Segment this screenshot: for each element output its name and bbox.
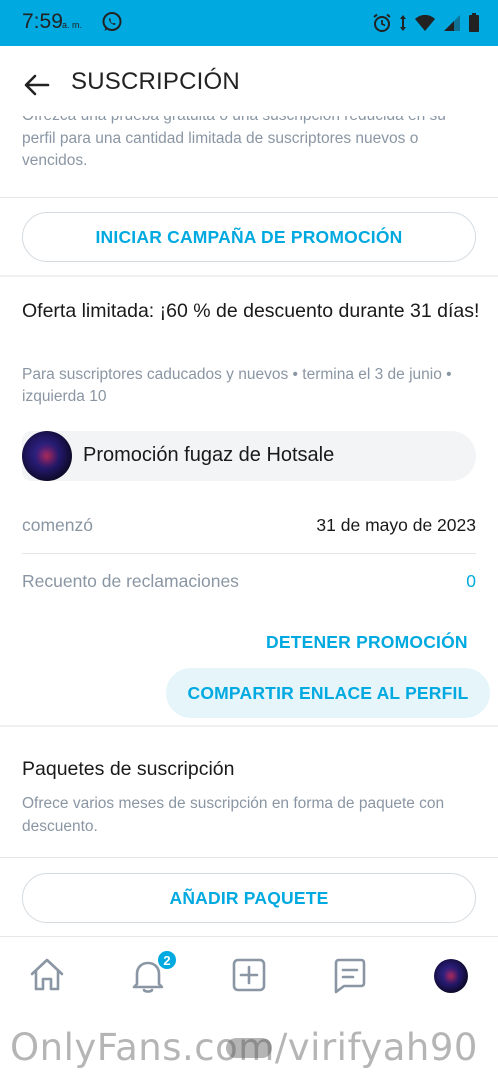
divider — [22, 553, 476, 554]
data-arrows-icon — [400, 15, 406, 31]
intro-hidden-line: Ofrezca una prueba gratuita o una suscri… — [22, 116, 482, 128]
start-campaign-button[interactable]: INICIAR CAMPAÑA DE PROMOCIÓN — [22, 212, 476, 262]
status-bar: 7:59 a. m. — [0, 0, 498, 46]
profile-avatar[interactable] — [434, 959, 468, 993]
watermark-overlay — [226, 1038, 272, 1058]
promotion-name-chip: Promoción fugaz de Hotsale — [22, 431, 476, 481]
packages-title: Paquetes de suscripción — [22, 758, 235, 780]
intro-description: perfil para una cantidad limitada de sus… — [22, 130, 419, 169]
section-divider — [0, 275, 498, 277]
arrow-left-icon[interactable] — [22, 70, 52, 100]
signal-icon — [444, 15, 460, 31]
promotion-name: Promoción fugaz de Hotsale — [83, 444, 335, 466]
started-value: 31 de mayo de 2023 — [316, 515, 476, 535]
section-divider — [0, 725, 498, 727]
stop-promotion-button[interactable]: DETENER PROMOCIÓN — [266, 632, 468, 653]
whatsapp-icon — [102, 12, 122, 31]
claims-label: Recuento de reclamaciones — [22, 571, 239, 591]
page-title: SUSCRIPCIÓN — [71, 68, 240, 95]
promotion-title: Oferta limitada: ¡60 % de descuento dura… — [22, 300, 480, 322]
claims-count[interactable]: 0 — [466, 571, 476, 592]
promotion-meta: Para suscriptores caducados y nuevos • t… — [22, 366, 452, 405]
bottom-nav: 2 — [0, 936, 498, 1014]
started-label: comenzó — [22, 515, 94, 535]
app-header: SUSCRIPCIÓN — [0, 46, 498, 122]
add-post-icon[interactable] — [229, 955, 269, 995]
add-package-button[interactable]: AÑADIR PAQUETE — [22, 873, 476, 923]
status-icons — [372, 11, 480, 35]
status-time: 7:59 — [22, 10, 63, 33]
packages-description: Ofrece varios meses de suscripción en fo… — [22, 795, 445, 835]
avatar — [22, 431, 72, 481]
intro-description-block: Ofrezca una prueba gratuita o una suscri… — [22, 116, 482, 172]
battery-icon — [469, 13, 479, 32]
share-profile-link-button[interactable]: COMPARTIR ENLACE AL PERFIL — [166, 668, 490, 718]
alarm-icon — [373, 13, 391, 32]
home-icon[interactable] — [27, 955, 67, 995]
wifi-icon — [415, 14, 435, 31]
status-ampm: a. m. — [62, 20, 83, 30]
notification-badge: 2 — [156, 949, 178, 971]
messages-icon[interactable] — [330, 955, 370, 995]
divider — [0, 857, 498, 858]
divider — [0, 197, 498, 198]
